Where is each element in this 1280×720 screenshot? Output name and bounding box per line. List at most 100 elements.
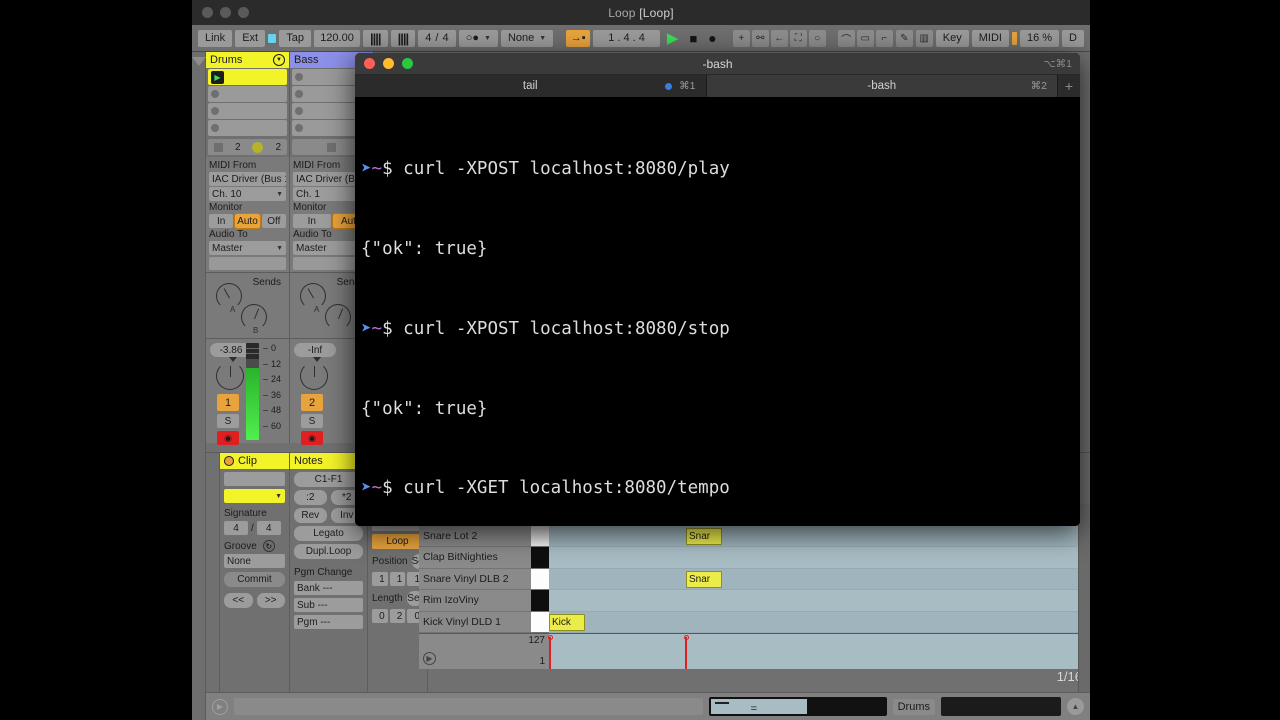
tempo-field[interactable]: 120.00 <box>314 29 361 47</box>
monitor-off-button[interactable]: Off <box>261 214 286 228</box>
info-triangle-icon[interactable]: ▲ <box>1067 698 1084 715</box>
clip-slot-playing[interactable]: ▶ <box>208 69 287 85</box>
note-lane[interactable]: Kick <box>549 611 1090 633</box>
solo-button[interactable]: S <box>217 414 239 428</box>
velocity-handle[interactable] <box>548 635 553 640</box>
midi-note[interactable]: Snar <box>686 527 722 545</box>
midi-note[interactable]: Kick <box>549 613 585 631</box>
table-row[interactable]: Snare Vinyl DLB 2 Snar <box>419 568 1090 590</box>
clip-loop-icon[interactable]: ▭ <box>856 29 874 47</box>
groove-commit-button[interactable]: Commit <box>224 572 285 587</box>
table-row[interactable]: Snare Lot 2 Snar <box>419 525 1090 547</box>
send-b-knob[interactable] <box>325 304 351 330</box>
pencil-draw-icon[interactable]: ✎ <box>895 29 913 47</box>
track-activator-button[interactable]: 2 <box>301 394 323 411</box>
velocity-stem[interactable] <box>549 637 551 669</box>
chevron-down-icon[interactable] <box>192 57 206 66</box>
pgm-field[interactable]: Pgm --- <box>294 615 363 629</box>
help-play-icon[interactable]: ▶ <box>212 698 228 715</box>
track-drums[interactable]: Drums ▼ ▶ 2 2 MIDI From IAC Driver (Bus … <box>206 52 290 445</box>
ext-sync-button[interactable]: Ext <box>235 29 266 47</box>
bank-field[interactable]: Bank --- <box>294 581 363 595</box>
loop-circle-icon[interactable]: ○ <box>808 29 826 47</box>
midi-map-button[interactable]: MIDI <box>971 29 1009 47</box>
send-a-knob[interactable] <box>216 283 242 309</box>
drum-pad-name[interactable]: Clap BitNighties <box>419 547 531 569</box>
crossfader-overview[interactable]: = <box>708 697 887 716</box>
velocity-handle[interactable] <box>684 635 689 640</box>
preview-play-icon[interactable]: ▶ <box>423 652 436 665</box>
play-button[interactable]: ▶ <box>663 29 683 47</box>
clip-color-field[interactable]: ▼ <box>224 489 285 503</box>
send-a-knob[interactable] <box>300 283 326 309</box>
track-stop-row[interactable]: 2 2 <box>208 139 287 155</box>
midi-note[interactable]: Snar <box>686 570 722 588</box>
clip-slot-empty[interactable] <box>208 120 287 136</box>
clip-play-icon[interactable]: ▶ <box>211 70 224 84</box>
drum-pad-name[interactable]: Kick Vinyl DLD 1 <box>419 611 531 633</box>
volume-display[interactable]: -Inf <box>294 343 336 357</box>
vertical-scrollbar[interactable] <box>1078 504 1090 692</box>
note-lane[interactable] <box>549 547 1090 569</box>
piano-key[interactable] <box>531 547 549 569</box>
note-lane[interactable] <box>549 590 1090 612</box>
tap-tempo-button[interactable]: Tap <box>279 29 312 47</box>
note-lane[interactable]: Snar <box>549 525 1090 547</box>
fade-in-icon[interactable]: ⌐ <box>875 29 893 47</box>
length-bars[interactable]: 0 <box>372 609 388 623</box>
arm-record-button[interactable]: ◉ <box>301 431 323 445</box>
monitor-auto-button[interactable]: Auto <box>234 213 261 229</box>
record-button[interactable]: ● <box>704 30 720 46</box>
chevron-down-icon[interactable]: ▼ <box>273 54 285 66</box>
loop-toggle-button[interactable]: Loop <box>372 534 423 549</box>
tab-tail[interactable]: tail ⌘1 <box>355 75 707 97</box>
position-display[interactable]: 1 . 4 . 4 <box>593 29 660 47</box>
solo-button[interactable]: S <box>301 414 323 428</box>
arm-record-button[interactable]: ◉ <box>217 431 239 445</box>
midi-from-select[interactable]: IAC Driver (Bus 1)▼ <box>209 172 286 186</box>
tab-bash[interactable]: -bash ⌘2 <box>706 75 1058 97</box>
track-title-drums[interactable]: Drums ▼ <box>206 52 289 68</box>
table-row[interactable]: Clap BitNighties <box>419 547 1090 569</box>
sub-field[interactable]: Sub --- <box>294 598 363 612</box>
key-map-button[interactable]: Key <box>935 29 969 47</box>
stop-button[interactable]: ■ <box>685 31 701 46</box>
position-bars[interactable]: 1 <box>372 572 388 586</box>
piano-key[interactable] <box>531 611 549 633</box>
drum-pad-name[interactable]: Snare Vinyl DLB 2 <box>419 568 531 590</box>
position-beats[interactable]: 1 <box>389 572 406 586</box>
stop-square-icon[interactable] <box>327 142 336 152</box>
audio-to-select[interactable]: Master ▼ <box>209 241 286 255</box>
legato-button[interactable]: Legato <box>294 526 363 541</box>
velocity-editor[interactable]: 127 1 ▶ <box>419 633 1090 669</box>
velocity-stem[interactable] <box>685 637 687 669</box>
clip-slot-empty[interactable] <box>208 103 287 119</box>
draw-add-icon[interactable]: + <box>732 29 750 47</box>
velocity-bars-area[interactable] <box>548 634 1090 669</box>
monitor-in-button[interactable]: In <box>293 214 331 228</box>
browser-collapse-column[interactable] <box>192 52 206 720</box>
stop-square-icon[interactable] <box>213 142 223 152</box>
pan-knob[interactable] <box>300 357 328 390</box>
keyboard-icon[interactable]: ▥ <box>915 29 933 47</box>
drum-pad-name[interactable]: Rim IzoViny <box>419 590 531 612</box>
monitor-in-button[interactable]: In <box>209 214 234 228</box>
audio-to-sub-select[interactable] <box>209 257 286 270</box>
metronome-pattern-icon[interactable]: |||| <box>390 29 416 47</box>
metronome-icon[interactable]: |||| <box>363 29 388 47</box>
reverse-button[interactable]: Rev <box>294 508 327 523</box>
arrangement-record-button[interactable]: →▪ <box>566 29 591 47</box>
quantization-menu[interactable]: None ▼ <box>500 29 554 47</box>
panel-collapse-col[interactable] <box>206 453 220 720</box>
new-tab-button[interactable]: + <box>1058 75 1080 97</box>
table-row[interactable]: Kick Vinyl DLD 1 Kick <box>419 611 1090 633</box>
groove-value-field[interactable]: None <box>224 554 285 568</box>
nudge-back-button[interactable]: << <box>224 593 253 608</box>
piano-key[interactable] <box>531 590 549 612</box>
piano-key[interactable] <box>531 568 549 590</box>
table-row[interactable]: Rim IzoViny <box>419 590 1090 612</box>
clip-name-field[interactable] <box>224 472 285 486</box>
track-activator-button[interactable]: 1 <box>217 394 239 411</box>
duplicate-loop-button[interactable]: Dupl.Loop <box>294 544 363 559</box>
pan-knob[interactable] <box>216 357 244 390</box>
